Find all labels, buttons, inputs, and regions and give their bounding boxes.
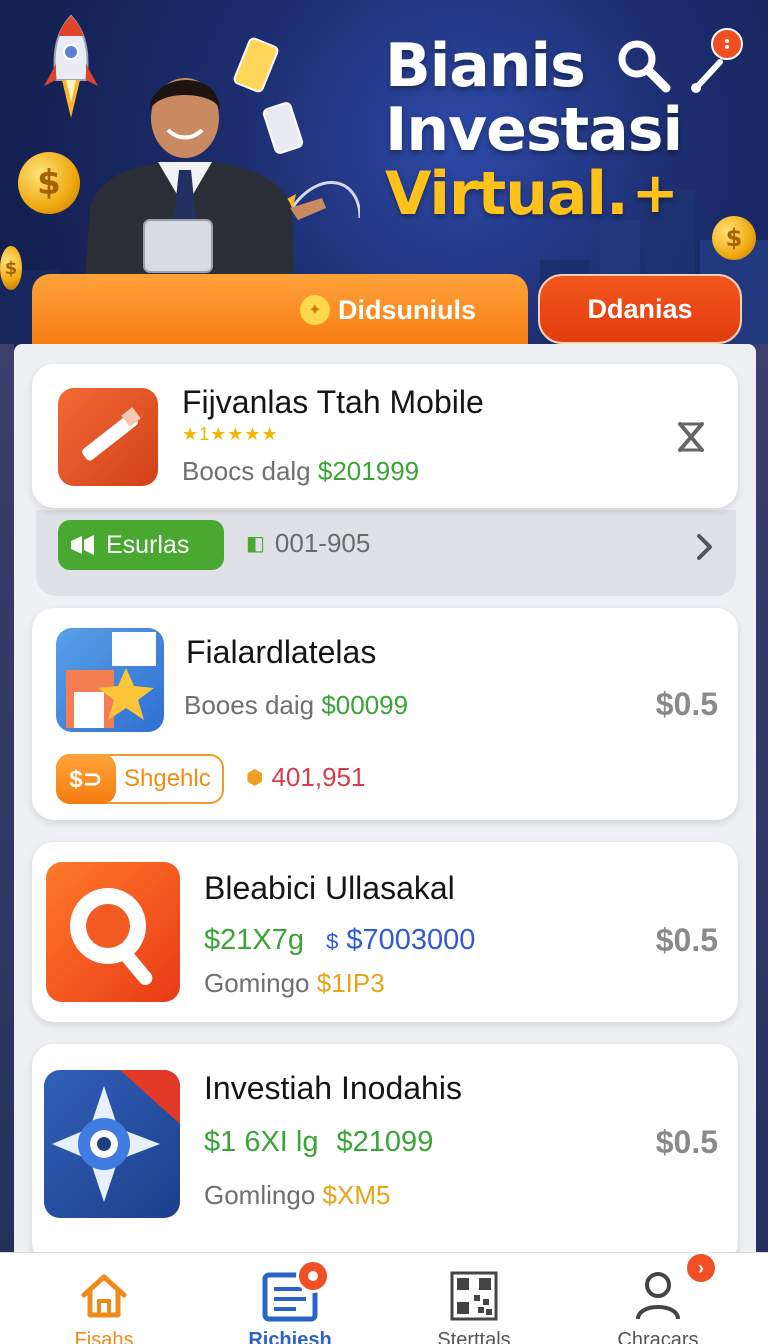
- search-app-icon: [46, 862, 180, 1002]
- investment-card-3[interactable]: Bleabici Ullasakal $21X7g $ $7003000 Gom…: [32, 842, 738, 1022]
- nav-item-scan[interactable]: Sterttals: [404, 1253, 544, 1344]
- card-1-tag-pill[interactable]: Esurlas: [58, 520, 224, 570]
- nav-list-badge: [296, 1259, 330, 1293]
- nav-item-profile[interactable]: › Chracars: [588, 1251, 728, 1344]
- card-1-meta-value: $201999: [317, 456, 420, 486]
- card-1-title: Fijvanlas Ttah Mobile: [182, 384, 484, 420]
- card-2-meta-value: $00099: [321, 690, 409, 720]
- primary-action-button[interactable]: ✦ Didsuniuls: [32, 274, 528, 346]
- pencil-app-icon: [58, 388, 158, 486]
- card-4-meta-label: Gomlingo: [204, 1180, 316, 1210]
- card-2-code-value: 401,951: [271, 762, 366, 792]
- hero-title-virtual: Virtual.: [385, 159, 629, 229]
- hexagon-icon: ⬢: [246, 767, 264, 789]
- card-1-meta-label: Boocs dalg: [182, 456, 311, 486]
- card-4-meta-value: $XM5: [322, 1180, 391, 1210]
- more-options-badge[interactable]: [711, 28, 743, 60]
- card-1-tag-label: Esurlas: [106, 530, 190, 559]
- card-4-value-green: $1 6XI lg: [204, 1126, 319, 1158]
- secondary-action-button[interactable]: Ddanias: [538, 274, 742, 344]
- nav-item-list[interactable]: Richiesh: [220, 1253, 360, 1344]
- lightbulb-icon: ✦: [299, 295, 330, 325]
- hero-banner: $ $ $ Bianis Investasi Virtual. + ✦ Dids…: [0, 0, 768, 360]
- nav-item-home[interactable]: Fisahs: [34, 1253, 174, 1344]
- card-4-price: $0.5: [655, 1124, 718, 1160]
- megaphone-icon: [71, 535, 94, 555]
- card-2-title: Fialardlatelas: [186, 634, 377, 670]
- investment-card-1[interactable]: Fijvanlas Ttah Mobile ★1★★★★ Boocs dalg …: [32, 364, 738, 508]
- bottom-navigation: Fisahs Richiesh Sterttals › Chracars: [0, 1251, 768, 1344]
- card-3-meta-value: $1IP3: [316, 968, 385, 998]
- card-2-meta: Booes daig $00099: [184, 690, 408, 721]
- nav-label-home: Fisahs: [74, 1329, 134, 1344]
- card-3-meta: Gomingo $1IP3: [204, 968, 385, 999]
- nav-profile-badge: ›: [684, 1251, 718, 1285]
- card-3-values: $21X7g $ $7003000: [204, 924, 475, 957]
- dollar-icon: $⊃: [56, 754, 116, 804]
- nav-label-scan: Sterttals: [437, 1329, 511, 1344]
- card-3-value-green: $21X7g: [204, 924, 304, 956]
- home-icon: [81, 1274, 127, 1318]
- hero-title-line-3: Virtual. +: [385, 159, 755, 229]
- store-app-icon: [56, 628, 164, 732]
- card-2-tag-label: Shgehlc: [124, 765, 211, 792]
- card-4-values: $1 6XI lg $21099: [204, 1126, 433, 1159]
- card-3-title: Bleabici Ullasakal: [204, 870, 455, 906]
- primary-action-label: Didsuniuls: [337, 294, 476, 325]
- card-4-title: Investiah Inodahis: [204, 1070, 462, 1106]
- user-icon: [636, 1272, 680, 1320]
- investment-card-2[interactable]: Fialardlatelas Booes daig $00099 $0.5 $⊃…: [32, 608, 738, 820]
- hero-title-plus: +: [631, 161, 679, 226]
- leaf-icon: ◧: [246, 533, 265, 555]
- card-1-code: ◧ 001-905: [246, 528, 370, 559]
- nav-label-list: Richiesh: [248, 1329, 332, 1344]
- card-4-meta: Gomlingo $XM5: [204, 1180, 390, 1211]
- card-1-code-value: 001-905: [274, 528, 371, 558]
- card-1-detail-row[interactable]: Esurlas ◧ 001-905: [36, 510, 736, 596]
- card-2-price: $0.5: [655, 686, 718, 722]
- investment-card-4[interactable]: Investiah Inodahis $1 6XI lg $21099 Goml…: [32, 1044, 738, 1264]
- qr-code-icon: [450, 1271, 498, 1321]
- card-3-price: $0.5: [655, 922, 718, 958]
- card-2-code: ⬢ 401,951: [246, 762, 365, 793]
- card-3-value-blue: $7003000: [346, 924, 476, 956]
- dollar-sign-icon: $: [326, 929, 339, 954]
- card-2-tag-pill[interactable]: $⊃ Shgehlc: [56, 754, 224, 804]
- card-3-meta-label: Gomingo: [204, 968, 310, 998]
- chevron-right-icon[interactable]: [694, 532, 716, 562]
- hero-title-line-2: Investasi: [385, 95, 683, 165]
- card-1-meta: Boocs dalg $201999: [182, 456, 419, 487]
- left-background-strip: [0, 344, 14, 1264]
- close-icon[interactable]: [672, 418, 710, 456]
- search-icon[interactable]: [614, 36, 672, 94]
- card-1-rating: ★1★★★★: [182, 424, 279, 444]
- compass-app-icon: [44, 1070, 180, 1218]
- card-2-meta-label: Booes daig: [184, 690, 315, 720]
- secondary-action-label: Ddanias: [587, 293, 693, 324]
- coin-icon: $: [0, 246, 22, 290]
- card-4-value-green-2: $21099: [336, 1126, 434, 1158]
- nav-label-profile: Chracars: [617, 1329, 699, 1344]
- right-background-strip: [754, 344, 768, 1264]
